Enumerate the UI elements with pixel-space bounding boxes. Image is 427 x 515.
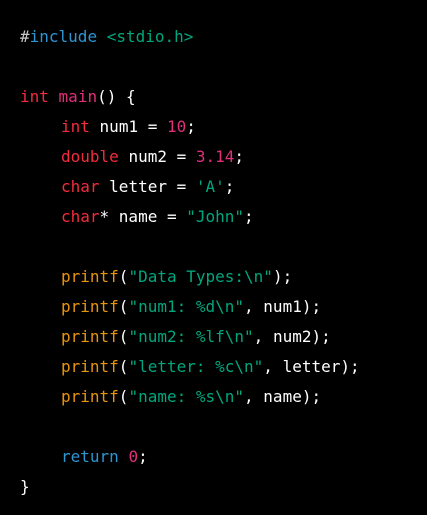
punctuation: ( — [118, 387, 129, 406]
type-keyword: int — [61, 117, 90, 136]
string-literal: "num2: %lf\n" — [128, 327, 254, 346]
punctuation: ( — [118, 327, 129, 346]
code-line-closing-brace: } — [20, 472, 427, 502]
closing-brace: } — [20, 477, 30, 496]
function-call: printf — [61, 387, 119, 406]
punctuation: ; — [138, 447, 148, 466]
code-line-name: char* name = "John"; — [20, 202, 427, 232]
punctuation: ; — [244, 207, 254, 226]
type-keyword: char — [61, 207, 100, 226]
identifier: * name = — [99, 207, 187, 226]
number-literal: 0 — [128, 447, 139, 466]
punctuation: ; — [234, 147, 245, 166]
punctuation: ( — [118, 357, 129, 376]
arguments: , name); — [244, 387, 322, 406]
function-call: printf — [61, 327, 119, 346]
preprocessor-directive: include — [29, 27, 98, 46]
punctuation: ; — [224, 177, 235, 196]
function-call: printf — [61, 357, 119, 376]
preprocessor-hash: # — [20, 27, 30, 46]
code-line-printf-letter: printf("letter: %c\n", letter); — [20, 352, 427, 382]
number-literal: 3.14 — [195, 147, 235, 166]
code-line-num2: double num2 = 3.14; — [20, 142, 427, 172]
header-name: <stdio.h> — [106, 27, 194, 46]
type-keyword: char — [61, 177, 100, 196]
string-literal: "John" — [186, 207, 245, 226]
char-literal: 'A' — [195, 177, 225, 196]
punctuation: ( — [118, 297, 129, 316]
code-line-include: #include <stdio.h> — [20, 22, 427, 52]
function-call: printf — [61, 297, 119, 316]
arguments: , num2); — [253, 327, 331, 346]
identifier: num2 = — [128, 147, 196, 166]
arguments: , letter); — [263, 357, 360, 376]
punctuation: ); — [272, 267, 293, 286]
code-line-printf-header: printf("Data Types:\n"); — [20, 262, 427, 292]
type-keyword: double — [61, 147, 119, 166]
string-literal: "letter: %c\n" — [128, 357, 264, 376]
punctuation: ; — [186, 117, 196, 136]
code-line-letter: char letter = 'A'; — [20, 172, 427, 202]
return-keyword: return — [61, 447, 119, 466]
function-call: printf — [61, 267, 119, 286]
string-literal: "Data Types:\n" — [128, 267, 273, 286]
code-line-printf-name: printf("name: %s\n", name); — [20, 382, 427, 412]
function-name: main — [58, 87, 98, 106]
code-block: #include <stdio.h> int main() {int num1 =… — [0, 0, 427, 515]
code-line-return: return 0; — [20, 442, 427, 472]
code-line-printf-num2: printf("num2: %lf\n", num2); — [20, 322, 427, 352]
string-literal: "num1: %d\n" — [128, 297, 245, 316]
number-literal: 10 — [166, 117, 187, 136]
code-line-printf-num1: printf("num1: %d\n", num1); — [20, 292, 427, 322]
punctuation: () { — [97, 87, 136, 106]
string-literal: "name: %s\n" — [128, 387, 245, 406]
type-keyword: int — [20, 87, 49, 106]
code-listing[interactable]: #include <stdio.h> int main() {int num1 =… — [20, 22, 427, 502]
arguments: , num1); — [244, 297, 322, 316]
code-line-num1: int num1 = 10; — [20, 112, 427, 142]
code-line-main: int main() { — [20, 82, 427, 112]
punctuation: ( — [118, 267, 129, 286]
identifier: letter = — [109, 177, 196, 196]
identifier: num1 = — [99, 117, 167, 136]
